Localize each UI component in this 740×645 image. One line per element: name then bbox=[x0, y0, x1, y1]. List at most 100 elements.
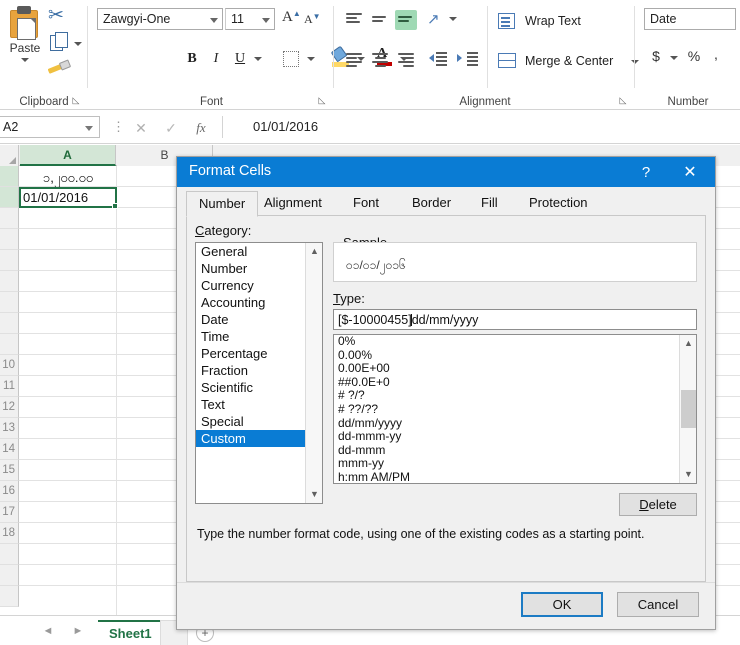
category-list[interactable]: General Number Currency Accounting Date … bbox=[195, 242, 323, 504]
underline-button[interactable]: U bbox=[229, 48, 251, 70]
row-header-4[interactable] bbox=[0, 229, 19, 250]
percent-format-button[interactable]: % bbox=[684, 48, 704, 64]
next-sheet-icon[interactable]: ► bbox=[68, 623, 88, 640]
tab-fill[interactable]: Fill bbox=[469, 191, 510, 216]
increase-indent-icon[interactable] bbox=[457, 50, 481, 68]
name-box-caret[interactable] bbox=[85, 126, 93, 131]
top-align-button[interactable] bbox=[343, 10, 365, 30]
type-list[interactable]: 0% 0.00% 0.00E+00 ##0.0E+0 # ?/? # ??/??… bbox=[333, 334, 697, 484]
type-item-0[interactable]: 0% bbox=[334, 335, 696, 349]
formula-input[interactable]: 01/01/2016 bbox=[222, 116, 740, 138]
font-dialog-launcher[interactable] bbox=[316, 94, 328, 106]
type-item-8[interactable]: dd-mmm bbox=[334, 443, 696, 458]
row-header-9[interactable] bbox=[0, 334, 19, 355]
align-left-button[interactable] bbox=[343, 50, 365, 70]
row-header-20[interactable] bbox=[0, 565, 19, 586]
font-size-caret[interactable] bbox=[262, 18, 270, 23]
cell-a1[interactable]: ၁,၂၀၀.၀၀ bbox=[20, 167, 116, 188]
row-header-16[interactable]: 16 bbox=[0, 481, 19, 502]
increase-font-size-icon[interactable]: A ▲ bbox=[282, 9, 301, 26]
previous-sheet-icon[interactable]: ◄ bbox=[38, 623, 58, 640]
ok-button[interactable]: OK bbox=[521, 592, 603, 617]
type-item-4[interactable]: # ?/? bbox=[334, 389, 696, 403]
type-scroll-thumb[interactable] bbox=[681, 390, 696, 428]
tab-font[interactable]: Font bbox=[341, 191, 391, 216]
comma-format-button[interactable]: , bbox=[708, 46, 724, 62]
cancel-button[interactable]: Cancel bbox=[617, 592, 699, 617]
type-item-3[interactable]: ##0.0E+0 bbox=[334, 375, 696, 390]
decrease-indent-icon[interactable] bbox=[429, 50, 453, 68]
row-header-6[interactable] bbox=[0, 271, 19, 292]
insert-function-icon[interactable]: fx bbox=[188, 119, 214, 137]
row-header-17[interactable]: 17 bbox=[0, 502, 19, 523]
delete-button[interactable]: DeleteDelete bbox=[619, 493, 697, 516]
alignment-dialog-launcher[interactable] bbox=[617, 94, 629, 106]
middle-align-button-1[interactable] bbox=[369, 10, 391, 30]
cut-icon[interactable]: ✂ bbox=[48, 6, 64, 25]
row-header-14[interactable]: 14 bbox=[0, 439, 19, 460]
currency-caret[interactable] bbox=[670, 56, 678, 60]
type-item-9[interactable]: mmm-yy bbox=[334, 457, 696, 471]
copy-dropdown-caret[interactable] bbox=[74, 42, 82, 46]
column-header-k[interactable]: K bbox=[716, 145, 740, 166]
align-right-button[interactable] bbox=[395, 50, 417, 70]
category-scrollbar[interactable]: ▲ ▼ bbox=[305, 243, 322, 503]
category-item-text[interactable]: Text bbox=[196, 396, 322, 413]
row-header-2[interactable] bbox=[0, 187, 19, 208]
category-item-date[interactable]: Date bbox=[196, 311, 322, 328]
category-item-general[interactable]: General bbox=[196, 243, 322, 260]
category-item-fraction[interactable]: Fraction bbox=[196, 362, 322, 379]
clipboard-dialog-launcher[interactable] bbox=[70, 94, 82, 106]
sheet-tab-sheet1[interactable]: Sheet1 bbox=[98, 620, 163, 645]
font-name-caret[interactable] bbox=[210, 18, 218, 23]
type-scroll-up-icon[interactable]: ▲ bbox=[680, 335, 696, 352]
wrap-text-button[interactable]: Wrap Text bbox=[498, 13, 581, 29]
orientation-icon[interactable]: ↗ bbox=[427, 10, 440, 28]
paste-button[interactable]: Paste bbox=[2, 4, 48, 78]
category-scroll-up-icon[interactable]: ▲ bbox=[306, 243, 322, 260]
orientation-caret[interactable] bbox=[449, 17, 457, 21]
middle-align-button[interactable] bbox=[395, 10, 417, 30]
enter-formula-icon[interactable]: ✓ bbox=[158, 119, 184, 137]
fill-handle[interactable] bbox=[112, 203, 118, 209]
category-item-scientific[interactable]: Scientific bbox=[196, 379, 322, 396]
copy-icon[interactable] bbox=[50, 32, 82, 54]
type-item-6[interactable]: dd/mm/yyyy bbox=[334, 416, 696, 431]
formula-bar-handle[interactable]: ⋮ bbox=[112, 120, 125, 134]
type-scrollbar[interactable]: ▲ ▼ bbox=[679, 335, 696, 483]
category-item-percentage[interactable]: Percentage bbox=[196, 345, 322, 362]
category-item-currency[interactable]: Currency bbox=[196, 277, 322, 294]
borders-icon[interactable] bbox=[283, 51, 299, 67]
row-header-7[interactable] bbox=[0, 292, 19, 313]
italic-button[interactable]: I bbox=[205, 48, 227, 70]
type-input[interactable]: [$-10000455]dd/mm/yyyy bbox=[333, 309, 697, 330]
cell-a2[interactable]: 01/01/2016 bbox=[19, 187, 117, 208]
category-item-accounting[interactable]: Accounting bbox=[196, 294, 322, 311]
row-header-1[interactable] bbox=[0, 166, 19, 187]
column-header-a[interactable]: A bbox=[20, 145, 116, 166]
format-painter-icon[interactable] bbox=[47, 58, 74, 78]
category-item-custom[interactable]: Custom bbox=[196, 430, 307, 447]
category-item-time[interactable]: Time bbox=[196, 328, 322, 345]
number-format-select[interactable]: Date bbox=[644, 8, 736, 30]
row-header-5[interactable] bbox=[0, 250, 19, 271]
row-header-12[interactable]: 12 bbox=[0, 397, 19, 418]
decrease-font-size-icon[interactable]: A ▼ bbox=[304, 12, 321, 27]
row-header-8[interactable] bbox=[0, 313, 19, 334]
font-name-input[interactable]: Zawgyi-One bbox=[97, 8, 223, 30]
type-item-1[interactable]: 0.00% bbox=[334, 348, 696, 363]
row-header-10[interactable]: 10 bbox=[0, 355, 19, 376]
paste-dropdown-caret[interactable] bbox=[21, 58, 29, 62]
type-scroll-down-icon[interactable]: ▼ bbox=[680, 466, 696, 483]
font-size-input[interactable]: 11 bbox=[225, 8, 275, 30]
category-item-special[interactable]: Special bbox=[196, 413, 322, 430]
row-header-18[interactable]: 18 bbox=[0, 523, 19, 544]
underline-dropdown-caret[interactable] bbox=[254, 57, 262, 61]
type-item-5[interactable]: # ??/?? bbox=[334, 402, 696, 417]
tab-protection[interactable]: Protection bbox=[517, 191, 600, 216]
name-box[interactable]: A2 bbox=[0, 116, 100, 138]
tab-border[interactable]: Border bbox=[400, 191, 463, 216]
row-header-11[interactable]: 11 bbox=[0, 376, 19, 397]
row-header-3[interactable] bbox=[0, 208, 19, 229]
currency-format-button[interactable]: $ bbox=[648, 48, 664, 64]
